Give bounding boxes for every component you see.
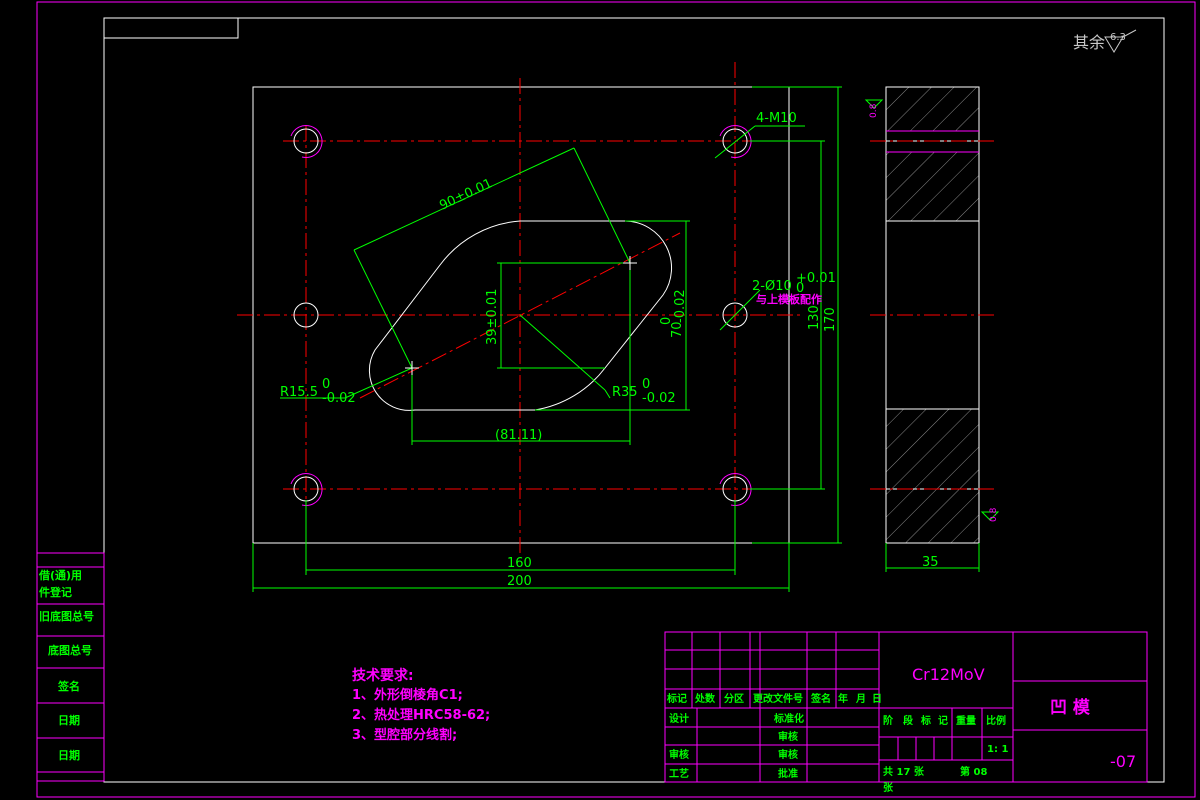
hdr-count: 处数 — [694, 692, 716, 705]
dim-130: 130 — [807, 305, 822, 330]
hdr-sign: 签名 — [810, 692, 831, 705]
tech-item-1: 1、外形倒棱角C1; — [352, 687, 463, 703]
hdr-day: 日 — [872, 693, 882, 705]
scale-col: 比例 — [986, 714, 1006, 727]
left-register-column: 借(通)用 件登记 旧底图总号 底图总号 签名 日期 日期 — [36, 552, 105, 782]
reg-date-1: 日期 — [58, 713, 80, 727]
hdr-mark: 标记 — [666, 692, 687, 705]
reg-old-base: 旧底图总号 — [39, 609, 94, 623]
dim-160: 160 — [507, 556, 532, 571]
label-standardization: 标准化 — [773, 712, 804, 725]
dimension-lines — [252, 86, 842, 592]
roughness-bottom: 0.8 — [989, 507, 999, 522]
sheet-number: 第 08 — [960, 765, 987, 778]
hdr-zone: 分区 — [724, 692, 744, 705]
roughness-top: 0.8 — [869, 103, 879, 118]
sheet-total: 共 17 张 — [883, 765, 925, 778]
label-approve: 批准 — [778, 767, 798, 780]
corner-code-box — [103, 17, 239, 39]
title-block: Cr12MoV 凹 模 -07 标记 处数 分区 更改文件号 签名 年 月 日 … — [664, 631, 1148, 794]
thread-hole-callout: 4-M10 — [756, 111, 797, 126]
drawing-number: -07 — [1110, 752, 1136, 771]
stage-col-2: 段 — [903, 714, 913, 727]
surface-finish-label: 其余 — [1073, 33, 1105, 52]
radius-small: R15.5 — [280, 385, 318, 400]
radius-large-tol-upper: 0 — [642, 377, 650, 392]
tech-requirements: 技术要求: 1、外形倒棱角C1; 2、热处理HRC58-62; 3、型腔部分线割… — [352, 667, 490, 743]
radius-large: R35 — [612, 385, 638, 400]
front-view: 4-M10 90±0.01 39±0.01 70 0 -0.02 130 170… — [237, 62, 842, 592]
diagonal-distance-dim: 90±0.01 — [437, 176, 494, 213]
dim-200: 200 — [507, 574, 532, 589]
label-process: 工艺 — [669, 767, 689, 780]
stage-col-1: 阶 — [883, 714, 894, 727]
side-view: 35 0.8 0.8 — [864, 86, 1000, 572]
radius-small-tol-upper: 0 — [322, 377, 330, 392]
dim-70-tol-lower: -0.02 — [673, 289, 688, 323]
reg-borrow: 借(通)用 — [38, 568, 82, 582]
reg-base: 底图总号 — [48, 643, 92, 657]
label-design: 设计 — [669, 712, 689, 725]
tech-item-3: 3、型腔部分线割; — [352, 727, 457, 743]
dim-70-tol-upper: 0 — [659, 317, 674, 325]
sheet-unit: 张 — [883, 781, 894, 794]
pin-hole-callout: 2-Ø10 — [752, 279, 792, 294]
pin-hole-note: 与上模板配作 — [756, 292, 822, 306]
hdr-year: 年 — [838, 692, 848, 705]
dim-170: 170 — [823, 307, 838, 332]
label-review: 审核 — [669, 748, 689, 761]
tech-title: 技术要求: — [352, 667, 414, 684]
reg-date-2: 日期 — [58, 748, 80, 762]
stage-col-4: 记 — [938, 715, 948, 727]
stage-col-3: 标 — [920, 714, 931, 727]
radius-large-tol-lower: -0.02 — [642, 391, 676, 406]
dim-81-11: (81.11) — [495, 428, 542, 443]
scale-value: 1: 1 — [987, 744, 1008, 755]
radius-small-tol-lower: -0.02 — [322, 391, 356, 406]
dim-35: 35 — [922, 555, 939, 570]
tech-item-2: 2、热处理HRC58-62; — [352, 707, 490, 723]
surface-finish-symbol: 其余 6.3 — [1073, 29, 1137, 53]
drawing-canvas: 其余 6.3 4-M10 90±0.01 39±0.01 70 0 -0.02 … — [36, 1, 1196, 798]
drawing-frame — [103, 17, 1165, 783]
label-approve-check-2: 审核 — [778, 748, 798, 761]
hdr-change-doc: 更改文件号 — [753, 692, 803, 705]
hdr-month: 月 — [855, 693, 866, 705]
reg-sign: 签名 — [57, 679, 80, 693]
label-approve-check: 审核 — [778, 730, 798, 743]
weight-col: 重量 — [956, 714, 976, 727]
dim-39: 39±0.01 — [485, 289, 500, 345]
part-name: 凹 模 — [1050, 697, 1091, 718]
reg-register: 件登记 — [39, 585, 72, 599]
material: Cr12MoV — [912, 665, 985, 684]
